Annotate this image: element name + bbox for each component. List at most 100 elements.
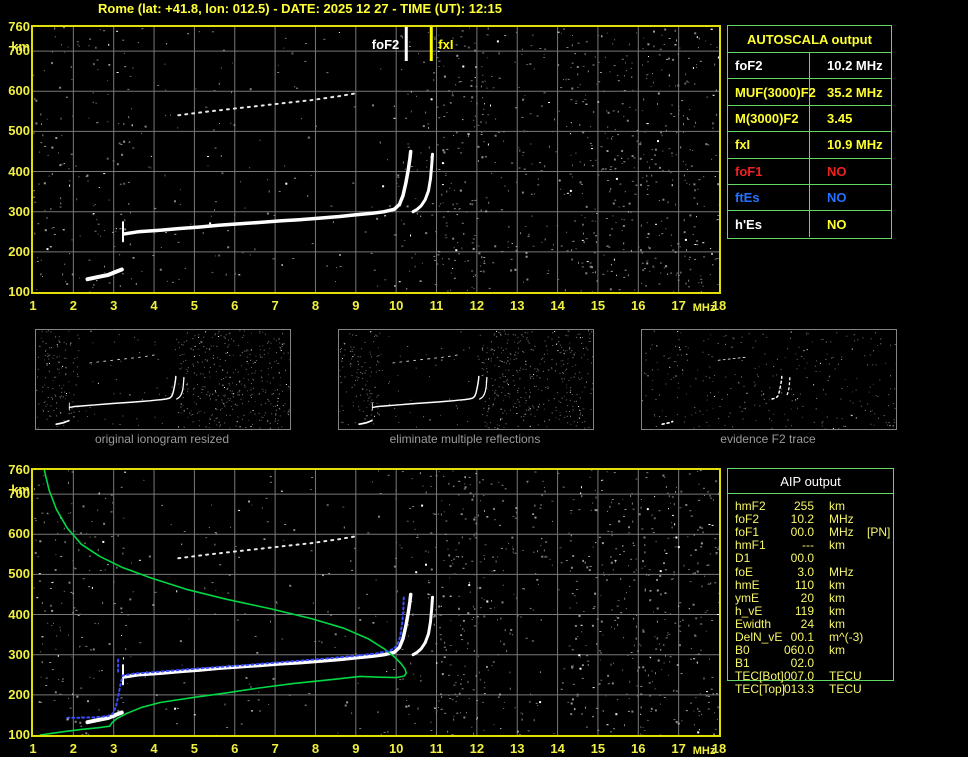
thumbnail-eliminate-reflections [338, 329, 594, 430]
aip-value: 119 [756, 605, 814, 618]
y-tick-label: 760 [0, 463, 30, 477]
x-tick-label: 17 [664, 741, 694, 756]
x-tick-label: 12 [462, 298, 492, 313]
y-tick-label: 760 [0, 20, 30, 34]
autoscala-row-value: 10.9 MHz [810, 137, 891, 152]
aip-unit: km [829, 644, 845, 657]
x-tick-label: 13 [502, 298, 532, 313]
aip-unit: MHz [829, 513, 854, 526]
aip-value: 00.0 [756, 526, 814, 539]
x-tick-label: 8 [300, 741, 330, 756]
autoscala-row-value: NO [810, 164, 891, 179]
x-tick-label: 17 [664, 298, 694, 313]
autoscala-row-value: NO [810, 217, 891, 232]
x-tick-label: 6 [220, 298, 250, 313]
thumbnail-caption: original ionogram resized [34, 432, 290, 446]
autoscala-row-M(3000)F2: M(3000)F23.45 [728, 106, 891, 132]
aip-unit: TECU [829, 670, 862, 683]
marker-label-foF2: foF2 [372, 37, 399, 52]
aip-row-D1: D1 00.0 [728, 552, 893, 565]
aip-value: 110 [756, 579, 814, 592]
ionogram-plot-top: foF2 fxI [31, 25, 721, 294]
aip-row-TEC[Bot]: TEC[Bot]007.0TECU [728, 670, 893, 683]
aip-unit: km [829, 539, 845, 552]
autoscala-output-table: AUTOSCALA output foF210.2 MHzMUF(3000)F2… [727, 25, 892, 239]
x-tick-label: 5 [179, 298, 209, 313]
aip-label: foE [735, 566, 753, 579]
ionogram-bottom-canvas [33, 470, 719, 735]
aip-row-TEC[Top]: TEC[Top]013.3TECU [728, 683, 893, 696]
x-tick-label: 16 [623, 298, 653, 313]
autoscala-row-value: 35.2 MHz [810, 85, 891, 100]
aip-value: 013.3 [756, 683, 814, 696]
aip-unit: km [829, 618, 845, 631]
aip-unit: TECU [829, 683, 862, 696]
y-tick-label: 200 [0, 245, 30, 259]
x-tick-label: 11 [422, 741, 452, 756]
x-tick-label: 2 [58, 298, 88, 313]
x-tick-label: 16 [623, 741, 653, 756]
aip-value: 00.0 [756, 552, 814, 565]
aip-value: 02.0 [756, 657, 814, 670]
aip-row-h_vE: h_vE119km [728, 605, 893, 618]
aip-row-Ewidth: Ewidth24km [728, 618, 893, 631]
thumbnail-canvas [36, 330, 290, 429]
aip-value: 007.0 [756, 670, 814, 683]
y-tick-label: 200 [0, 688, 30, 702]
x-tick-label: 10 [381, 741, 411, 756]
x-tick-label: 6 [220, 741, 250, 756]
x-tick-label: 4 [139, 298, 169, 313]
thumbnail-canvas [339, 330, 593, 429]
y-axis-unit: km [0, 483, 30, 497]
y-tick-label: 400 [0, 608, 30, 622]
aip-unit: km [829, 579, 845, 592]
autoscala-row-ftEs: ftEsNO [728, 185, 891, 211]
x-tick-label: 3 [99, 298, 129, 313]
aip-value: 00.1 [756, 631, 814, 644]
thumbnail-canvas [642, 330, 896, 429]
x-axis-unit: MHz [693, 745, 716, 757]
autoscala-row-label: foF2 [728, 53, 810, 78]
x-tick-label: 13 [502, 741, 532, 756]
autoscala-row-value: 10.2 MHz [810, 58, 891, 73]
aip-label: D1 [735, 552, 750, 565]
x-tick-label: 9 [341, 298, 371, 313]
aip-extra: [PN] [867, 526, 890, 539]
x-tick-label: 7 [260, 298, 290, 313]
y-tick-label: 100 [0, 285, 30, 299]
aip-row-hmF1: hmF1---km [728, 539, 893, 552]
aip-unit: m^(-3) [829, 631, 863, 644]
ionogram-top-canvas: foF2 fxI [33, 27, 719, 292]
y-axis-unit: km [0, 40, 30, 54]
thumbnail-original-ionogram [35, 329, 291, 430]
aip-value: 255 [756, 500, 814, 513]
aip-label: B0 [735, 644, 750, 657]
aip-unit: MHz [829, 566, 854, 579]
marker-label-fxI: fxI [438, 37, 453, 52]
autoscala-row-label: M(3000)F2 [728, 106, 810, 131]
autoscala-row-label: fxI [728, 132, 810, 157]
autoscala-row-h'Es: h'EsNO [728, 211, 891, 236]
x-tick-label: 10 [381, 298, 411, 313]
x-tick-label: 1 [18, 741, 48, 756]
aip-unit: MHz [829, 526, 854, 539]
y-tick-label: 600 [0, 84, 30, 98]
x-tick-label: 5 [179, 741, 209, 756]
x-tick-label: 12 [462, 741, 492, 756]
aip-unit: km [829, 605, 845, 618]
aip-row-DelN_vE: DelN_vE00.1m^(-3) [728, 631, 893, 644]
x-tick-label: 15 [583, 298, 613, 313]
x-tick-label: 14 [543, 741, 573, 756]
y-tick-label: 400 [0, 165, 30, 179]
autoscala-row-value: 3.45 [810, 111, 891, 126]
aip-value: 10.2 [756, 513, 814, 526]
x-tick-label: 4 [139, 741, 169, 756]
autoscala-row-fxI: fxI10.9 MHz [728, 132, 891, 158]
y-tick-label: 300 [0, 205, 30, 219]
x-tick-label: 11 [422, 298, 452, 313]
y-tick-label: 600 [0, 527, 30, 541]
autoscala-row-label: foF1 [728, 159, 810, 184]
aip-value: 24 [756, 618, 814, 631]
aip-row-B0: B0060.0km [728, 644, 893, 657]
aip-row-foF1: foF100.0MHz[PN] [728, 526, 893, 539]
